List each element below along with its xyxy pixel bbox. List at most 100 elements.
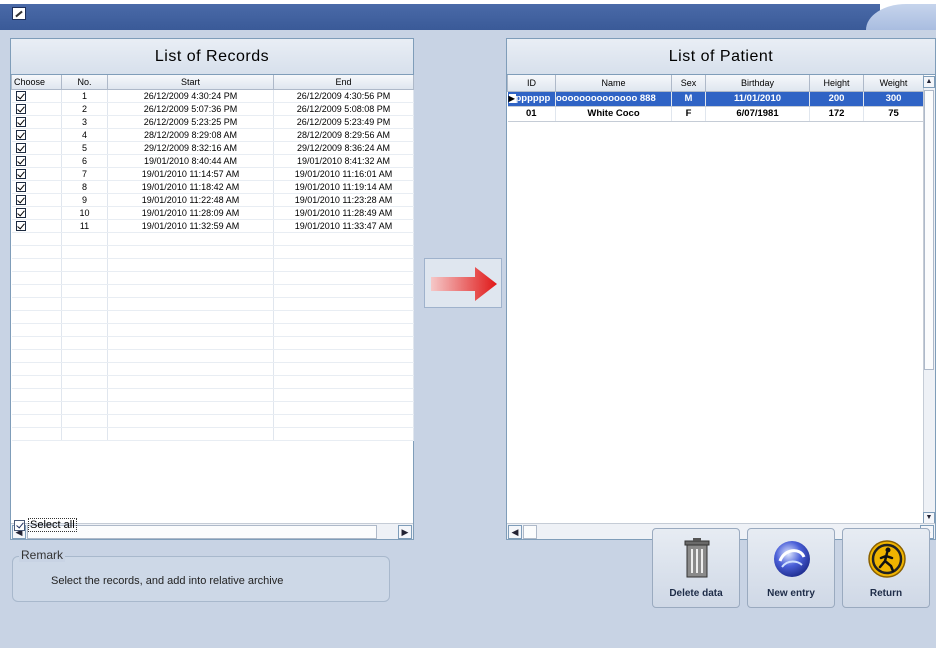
choose-cell[interactable] (11, 115, 62, 129)
record-no (61, 401, 108, 415)
table-row[interactable] (11, 323, 414, 337)
patient-vscrollbar[interactable]: ▲ ▼ (923, 76, 935, 524)
table-row[interactable] (11, 388, 414, 402)
patient-height: 200 (809, 91, 864, 107)
record-start (107, 323, 274, 337)
table-row[interactable]: 1 26/12/2009 4:30:24 PM 26/12/2009 4:30:56… (11, 89, 414, 103)
table-row[interactable]: 7 19/01/2010 11:14:57 AM 19/01/2010 11:16:… (11, 167, 414, 181)
checkbox-icon[interactable] (15, 194, 26, 205)
patient-col-birthday[interactable]: Birthday (705, 75, 810, 92)
table-row[interactable]: 6 19/01/2010 8:40:44 AM 19/01/2010 8:41:32… (11, 154, 414, 168)
patient-sex: M (671, 91, 706, 107)
add-to-patient-button[interactable] (424, 258, 502, 308)
checkbox-icon[interactable] (15, 103, 26, 114)
checkbox-icon[interactable] (15, 90, 26, 101)
choose-cell[interactable] (11, 167, 62, 181)
table-row[interactable] (11, 258, 414, 272)
table-row[interactable] (11, 362, 414, 376)
checkbox-icon[interactable] (15, 168, 26, 179)
table-row[interactable]: 11 19/01/2010 11:32:59 AM 19/01/2010 11:33… (11, 219, 414, 233)
choose-cell[interactable] (11, 141, 62, 155)
choose-cell[interactable] (11, 219, 62, 233)
record-start (107, 349, 274, 363)
record-start: 19/01/2010 11:18:42 AM (107, 180, 274, 194)
checkbox-icon[interactable] (14, 519, 25, 531)
table-row[interactable]: 4 28/12/2009 8:29:08 AM 28/12/2009 8:29:56… (11, 128, 414, 142)
record-start: 19/01/2010 11:22:48 AM (107, 193, 274, 207)
table-row[interactable]: 9 19/01/2010 11:22:48 AM 19/01/2010 11:23:… (11, 193, 414, 207)
table-row[interactable]: 8 19/01/2010 11:18:42 AM 19/01/2010 11:19:… (11, 180, 414, 194)
choose-cell[interactable] (11, 154, 62, 168)
record-start (107, 310, 274, 324)
patient-row[interactable]: ▶pppppp oooooooooooooo 888 M 11/01/2010 … (507, 91, 924, 107)
record-start (107, 388, 274, 402)
table-row[interactable]: 3 26/12/2009 5:23:25 PM 26/12/2009 5:23:49… (11, 115, 414, 129)
patient-vscroll-thumb[interactable] (924, 90, 934, 370)
choose-cell (11, 258, 62, 272)
table-row[interactable] (11, 427, 414, 441)
checkbox-icon[interactable] (15, 207, 26, 218)
patient-col-weight[interactable]: Weight (863, 75, 924, 92)
delete-data-button[interactable]: Delete data (652, 528, 740, 608)
new-entry-button[interactable]: New entry (747, 528, 835, 608)
patient-row-id-cell: ▶pppppp (507, 91, 556, 107)
row-indicator-icon: ▶ (508, 94, 516, 103)
remark-text: Select the records, and add into relativ… (51, 575, 284, 587)
choose-cell[interactable] (11, 206, 62, 220)
choose-cell[interactable] (11, 128, 62, 142)
return-button[interactable]: Return (842, 528, 930, 608)
checkbox-icon[interactable] (15, 155, 26, 166)
table-row[interactable] (11, 336, 414, 350)
record-start (107, 245, 274, 259)
app-icon (12, 7, 26, 20)
select-all-checkbox[interactable]: Select all (14, 518, 77, 532)
scroll-up-icon[interactable]: ▲ (923, 76, 935, 88)
patient-col-height[interactable]: Height (809, 75, 864, 92)
table-row[interactable] (11, 245, 414, 259)
choose-cell[interactable] (11, 180, 62, 194)
record-end (273, 297, 414, 311)
patient-name: oooooooooooooo 888 (555, 91, 672, 107)
records-col-no[interactable]: No. (61, 75, 108, 90)
scroll-left-icon[interactable]: ◀ (508, 525, 522, 539)
table-row[interactable] (11, 297, 414, 311)
records-col-choose[interactable]: Choose (11, 75, 62, 90)
checkbox-icon[interactable] (15, 220, 26, 231)
table-row[interactable] (11, 375, 414, 389)
record-start (107, 401, 274, 415)
table-row[interactable] (11, 401, 414, 415)
patient-hscroll-thumb[interactable] (523, 525, 537, 539)
table-row[interactable]: 10 19/01/2010 11:28:09 AM 19/01/2010 11:28… (11, 206, 414, 220)
patient-table: ID Name Sex Birthday Height Weight ▶pppp… (507, 75, 924, 122)
table-row[interactable] (11, 414, 414, 428)
table-row[interactable] (11, 284, 414, 298)
records-col-end[interactable]: End (273, 75, 414, 90)
checkbox-icon[interactable] (15, 142, 26, 153)
choose-cell (11, 401, 62, 415)
table-row[interactable] (11, 310, 414, 324)
choose-cell[interactable] (11, 193, 62, 207)
scroll-right-icon[interactable]: ▶ (398, 525, 412, 539)
patient-row[interactable]: 01 White Coco F 6/07/1981 172 75 (507, 106, 924, 122)
table-row[interactable]: 2 26/12/2009 5:07:36 PM 26/12/2009 5:08:08… (11, 102, 414, 116)
choose-cell (11, 336, 62, 350)
record-no (61, 362, 108, 376)
checkbox-icon[interactable] (15, 181, 26, 192)
choose-cell[interactable] (11, 89, 62, 103)
table-row[interactable] (11, 271, 414, 285)
table-row[interactable] (11, 349, 414, 363)
table-row[interactable] (11, 232, 414, 246)
choose-cell[interactable] (11, 102, 62, 116)
patient-col-sex[interactable]: Sex (671, 75, 706, 92)
record-no: 6 (61, 154, 108, 168)
records-col-start[interactable]: Start (107, 75, 274, 90)
table-row[interactable]: 5 29/12/2009 8:32:16 AM 29/12/2009 8:36:24… (11, 141, 414, 155)
checkbox-icon[interactable] (15, 129, 26, 140)
patient-col-id[interactable]: ID (507, 75, 556, 92)
record-start: 19/01/2010 8:40:44 AM (107, 154, 274, 168)
checkbox-icon[interactable] (15, 116, 26, 127)
choose-cell (11, 284, 62, 298)
records-scroll-thumb[interactable] (27, 525, 377, 539)
record-end (273, 271, 414, 285)
patient-col-name[interactable]: Name (555, 75, 672, 92)
